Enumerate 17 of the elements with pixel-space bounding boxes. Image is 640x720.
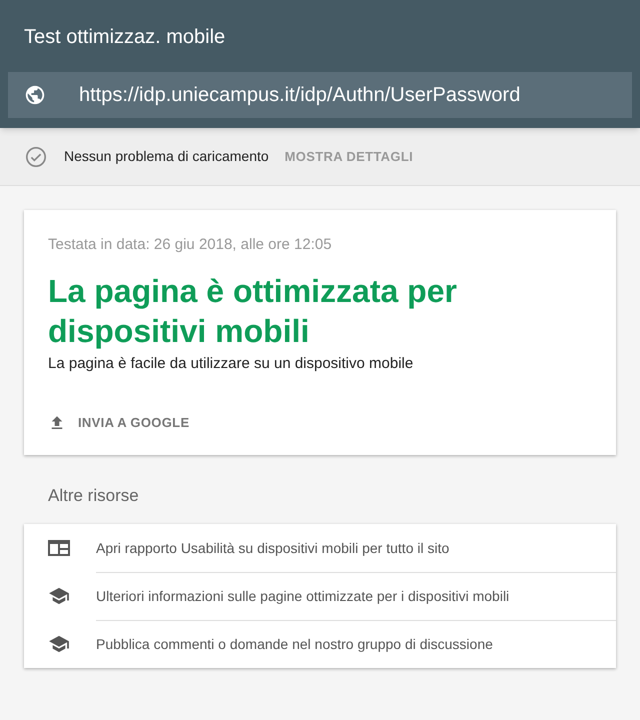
resource-link[interactable]: Ulteriori informazioni sulle pagine ottimizzate per i dispositivi mobili <box>24 572 616 620</box>
resource-link[interactable]: Apri rapporto Usabilità su dispositivi mobili per tutto il sito <box>24 524 616 572</box>
result-heading: La pagina è ottimizzata per dispositivi mobili <box>48 272 458 350</box>
submit-button[interactable]: INVIA A GOOGLE <box>48 413 190 432</box>
status-text: Nessun problema di caricamento <box>64 147 269 166</box>
resource-link[interactable]: Pubblica commenti o domande nel nostro gruppo di discussione <box>24 620 616 668</box>
url-text: https://idp.uniecampus.it/idp/Authn/UserPassword <box>79 83 520 108</box>
section-heading: Altre risorse <box>48 484 139 506</box>
globe-icon <box>24 84 46 106</box>
result-description: La pagina è facile da utilizzare su un dispositivo mobile <box>48 354 414 374</box>
page-title: Test ottimizzaz. mobile <box>23 25 226 50</box>
url-field[interactable]: https://idp.uniecampus.it/idp/Authn/UserPassword <box>8 72 632 118</box>
check-circle-icon <box>25 146 47 168</box>
test-date: Testata in data: 26 giu 2018, alle ore 12:05 <box>48 235 333 255</box>
dashboard-icon <box>48 539 70 557</box>
graduation-cap-icon <box>48 635 70 653</box>
graduation-cap-icon <box>48 587 70 605</box>
